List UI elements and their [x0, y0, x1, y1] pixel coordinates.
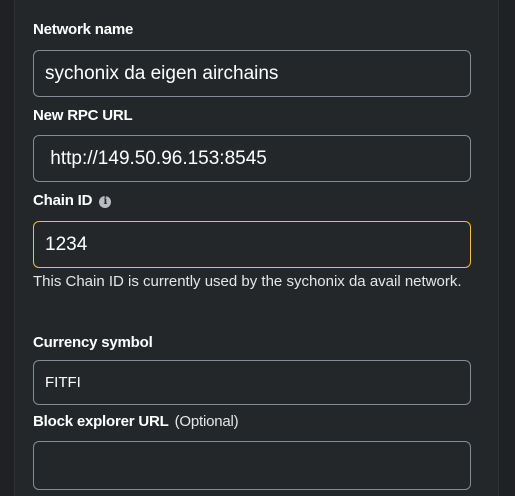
rpc-url-input[interactable]	[33, 135, 471, 182]
block-explorer-input[interactable]	[33, 441, 471, 490]
info-icon[interactable]: i	[99, 196, 112, 208]
block-explorer-label-text: Block explorer URL	[33, 413, 169, 430]
optional-tag: (Optional)	[174, 413, 239, 430]
app-frame: Network name New RPC URL Chain ID i This …	[0, 0, 515, 496]
network-name-label: Network name	[33, 21, 133, 38]
block-explorer-label: Block explorer URL (Optional)	[33, 413, 239, 430]
chain-id-label-text: Chain ID	[33, 192, 93, 209]
network-name-input[interactable]	[33, 50, 471, 97]
chain-id-input[interactable]	[33, 221, 471, 268]
chain-id-label: Chain ID i	[33, 192, 112, 209]
rpc-url-label-text: New RPC URL	[33, 107, 133, 124]
currency-symbol-label-text: Currency symbol	[33, 334, 153, 351]
chain-id-warning: This Chain ID is currently used by the s…	[33, 273, 462, 290]
currency-symbol-input[interactable]	[33, 360, 471, 405]
currency-symbol-label: Currency symbol	[33, 334, 153, 351]
rpc-url-label: New RPC URL	[33, 107, 133, 124]
network-name-label-text: Network name	[33, 21, 134, 38]
